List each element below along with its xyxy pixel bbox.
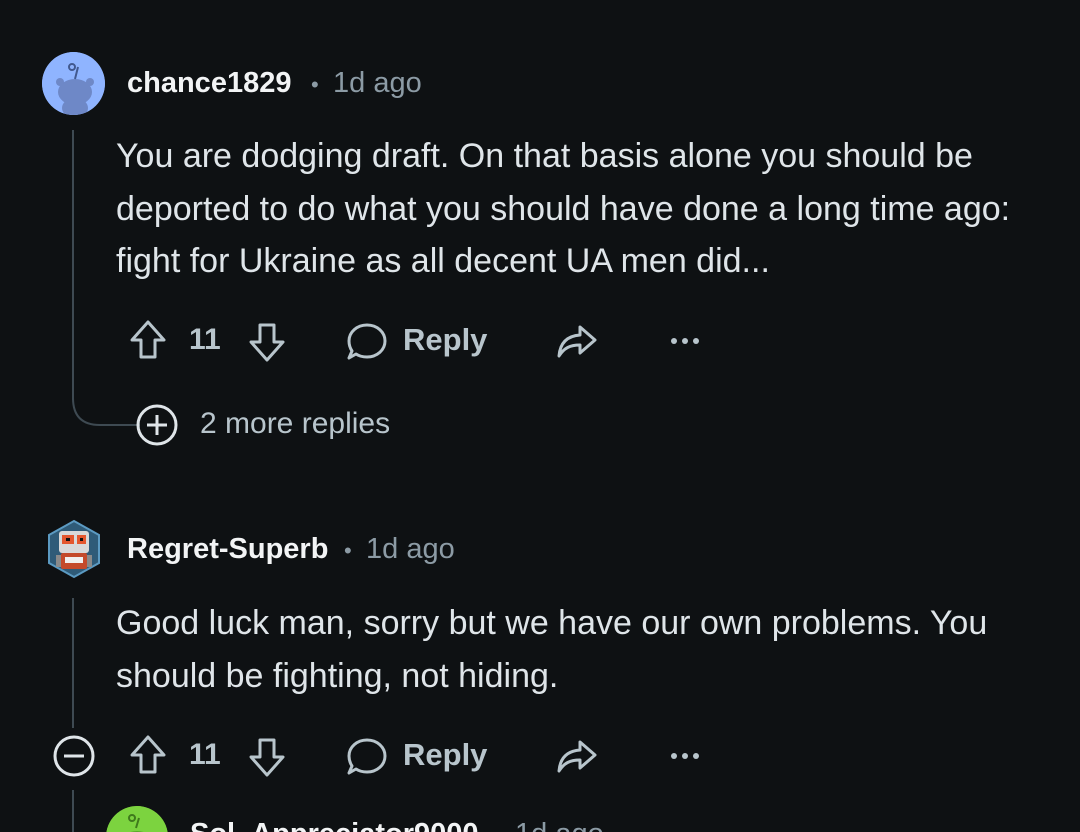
user-avatar[interactable]: [42, 52, 105, 115]
downvote-icon[interactable]: [247, 736, 287, 778]
thread-branch-connector: [72, 398, 140, 426]
thread-branch-connector: [72, 790, 74, 832]
upvote-icon[interactable]: [128, 319, 168, 361]
green-snoo-avatar-icon: [106, 806, 168, 832]
comment-timestamp: 1d ago: [366, 533, 455, 565]
meta-separator: •: [311, 72, 319, 97]
vote-count: 11: [189, 323, 221, 356]
thread-line[interactable]: [72, 598, 74, 728]
reply-button[interactable]: Reply: [403, 322, 487, 358]
comment-username[interactable]: Regret-Superb: [127, 533, 328, 566]
vote-count: 11: [189, 738, 221, 771]
robot-avatar-icon: [48, 519, 100, 579]
reply-button[interactable]: Reply: [403, 737, 487, 773]
comment-reply-icon[interactable]: [346, 321, 388, 363]
collapse-minus-icon[interactable]: [52, 734, 96, 778]
share-icon[interactable]: [555, 736, 599, 776]
comment-timestamp: 1d ago: [333, 67, 422, 99]
more-options-icon[interactable]: [670, 751, 700, 761]
user-avatar[interactable]: [44, 519, 104, 579]
thread-line[interactable]: [72, 130, 74, 400]
more-options-icon[interactable]: [670, 336, 700, 346]
comment-body: Good luck man, sorry but we have our own…: [116, 604, 988, 695]
comment-username[interactable]: chance1829: [127, 67, 291, 100]
more-replies-link[interactable]: 2 more replies: [200, 407, 390, 441]
comment-body: You are dodging draft. On that basis alo…: [116, 137, 1011, 280]
expand-plus-icon[interactable]: [135, 403, 179, 447]
share-icon[interactable]: [555, 321, 599, 361]
comment-username[interactable]: Sol_Appreciator9000: [190, 818, 479, 832]
comment-timestamp: 1d ago: [515, 818, 604, 832]
downvote-icon[interactable]: [247, 321, 287, 363]
meta-separator: •: [493, 823, 501, 832]
snoo-avatar-icon: [42, 52, 105, 115]
user-avatar[interactable]: [106, 806, 168, 832]
meta-separator: •: [344, 538, 352, 563]
upvote-icon[interactable]: [128, 734, 168, 776]
comment-thread: chance1829 • 1d ago You are dodging draf…: [0, 0, 1080, 832]
comment-reply-icon[interactable]: [346, 736, 388, 778]
